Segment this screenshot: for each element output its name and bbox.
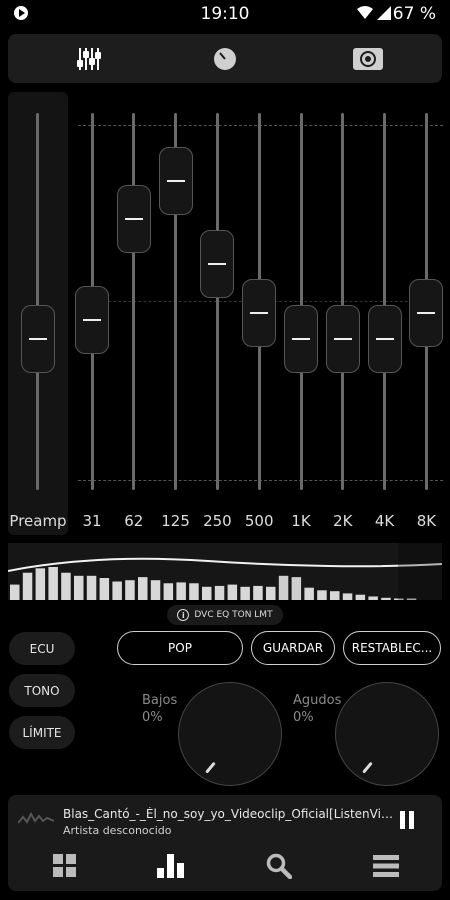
spectrum-bar (202, 586, 212, 600)
limite-button[interactable]: LÍMITE (9, 716, 75, 749)
dvc-info-chip[interactable]: i DVC EQ TON LMT (167, 605, 283, 625)
nav-library[interactable] (50, 852, 80, 880)
preamp-label: Preamp (9, 512, 67, 530)
band-slider-knob-8k[interactable] (409, 279, 444, 347)
spectrum-bar (214, 585, 225, 600)
spectrum-bar (35, 568, 46, 600)
spectrum-bar (227, 584, 238, 600)
spectrum-analyzer (8, 543, 442, 600)
now-playing-bar: Blas_Cantó_-_Él_no_soy_yo_Videoclip_Ofic… (8, 795, 442, 891)
nav-equalizer[interactable] (156, 852, 186, 880)
spectrum-bar (278, 575, 289, 600)
spectrum-bar (61, 572, 71, 600)
spectrum-bar (112, 581, 122, 600)
spectrum-bar (10, 584, 20, 600)
spectrum-bar (240, 586, 250, 600)
preamp-track (36, 113, 39, 490)
pause-icon (400, 811, 405, 829)
nav-search[interactable] (264, 852, 294, 880)
spectrum-bar (355, 594, 366, 600)
track-title[interactable]: Blas_Cantó_-_Él_no_soy_yo_Videoclip_Ofic… (63, 807, 393, 821)
bass-value: 0% (142, 710, 163, 725)
grid-icon (53, 854, 76, 877)
spectrum-bar (368, 596, 378, 600)
treble-label: Agudos (293, 693, 342, 708)
band-slider-knob-62[interactable] (116, 185, 151, 253)
menu-icon (373, 855, 399, 877)
tono-button[interactable]: TONO (9, 674, 75, 707)
equalizer-sliders: Preamp 31 62 125 250 500 1K 2K 4K 8K (0, 0, 450, 540)
band-track (215, 113, 219, 490)
spectrum-bar (48, 567, 58, 600)
band-slider-knob-500[interactable] (242, 279, 277, 347)
bass-label: Bajos (142, 693, 178, 708)
treble-knob[interactable] (335, 682, 439, 786)
spectrum-bar (381, 597, 391, 600)
spectrum-bar (163, 583, 174, 600)
spectrum-bar (74, 575, 84, 600)
band-track (341, 113, 345, 490)
spectrum-bar (304, 587, 314, 600)
preset-pop-button[interactable]: POP (117, 631, 243, 665)
band-label-1k: 1K (291, 512, 311, 530)
bar-chart-icon (157, 854, 184, 878)
band-label-500: 500 (244, 512, 274, 530)
treble-value: 0% (293, 710, 314, 725)
ecu-button[interactable]: ECU (9, 632, 75, 665)
treble-knob-indicator (362, 761, 373, 774)
spectrum-bar (189, 583, 199, 600)
band-label-31: 31 (82, 512, 102, 530)
band-track (132, 113, 136, 490)
band-track (299, 113, 303, 490)
waveform-icon (18, 811, 54, 824)
spectrum-bar (125, 580, 135, 600)
save-button[interactable]: GUARDAR (251, 631, 335, 665)
reset-button[interactable]: RESTABLEC... (343, 631, 441, 665)
nav-menu[interactable] (371, 852, 401, 880)
band-slider-knob-31[interactable] (75, 286, 109, 354)
spectrum-bar (330, 591, 340, 600)
spectrum-bar (86, 575, 97, 600)
track-artist: Artista desconocido (63, 824, 172, 837)
spectrum-bar (176, 582, 186, 600)
bass-knob[interactable] (178, 682, 282, 786)
band-slider-knob-1k[interactable] (284, 305, 318, 373)
dvc-label: DVC EQ TON LMT (194, 610, 273, 620)
band-slider-knob-250[interactable] (200, 230, 235, 298)
band-label-62: 62 (124, 512, 144, 530)
info-icon: i (177, 609, 190, 621)
spectrum-bar (22, 572, 33, 600)
spectrum-bar (266, 586, 276, 600)
search-icon (266, 853, 292, 879)
band-track (383, 113, 387, 490)
spectrum-bar (150, 580, 161, 600)
preamp-slider-knob[interactable] (21, 305, 55, 373)
spectrum-bar (138, 577, 148, 600)
band-slider-knob-125[interactable] (158, 147, 193, 215)
spectrum-bar (291, 577, 302, 600)
spectrum-overlay (398, 543, 442, 600)
spectrum-bar (342, 593, 353, 600)
spectrum-bar (99, 578, 110, 600)
band-label-8k: 8K (416, 512, 437, 530)
band-label-250: 250 (203, 512, 232, 530)
spectrum-bar (253, 585, 263, 600)
band-label-4k: 4K (374, 512, 395, 530)
bass-knob-indicator (205, 761, 216, 774)
spectrum-bar (317, 590, 327, 600)
eq-curve (8, 557, 442, 572)
band-slider-knob-2k[interactable] (325, 305, 360, 373)
band-label-125: 125 (161, 512, 190, 530)
band-label-2k: 2K (333, 512, 353, 530)
band-slider-knob-4k[interactable] (367, 305, 402, 373)
pause-button[interactable] (398, 811, 416, 829)
